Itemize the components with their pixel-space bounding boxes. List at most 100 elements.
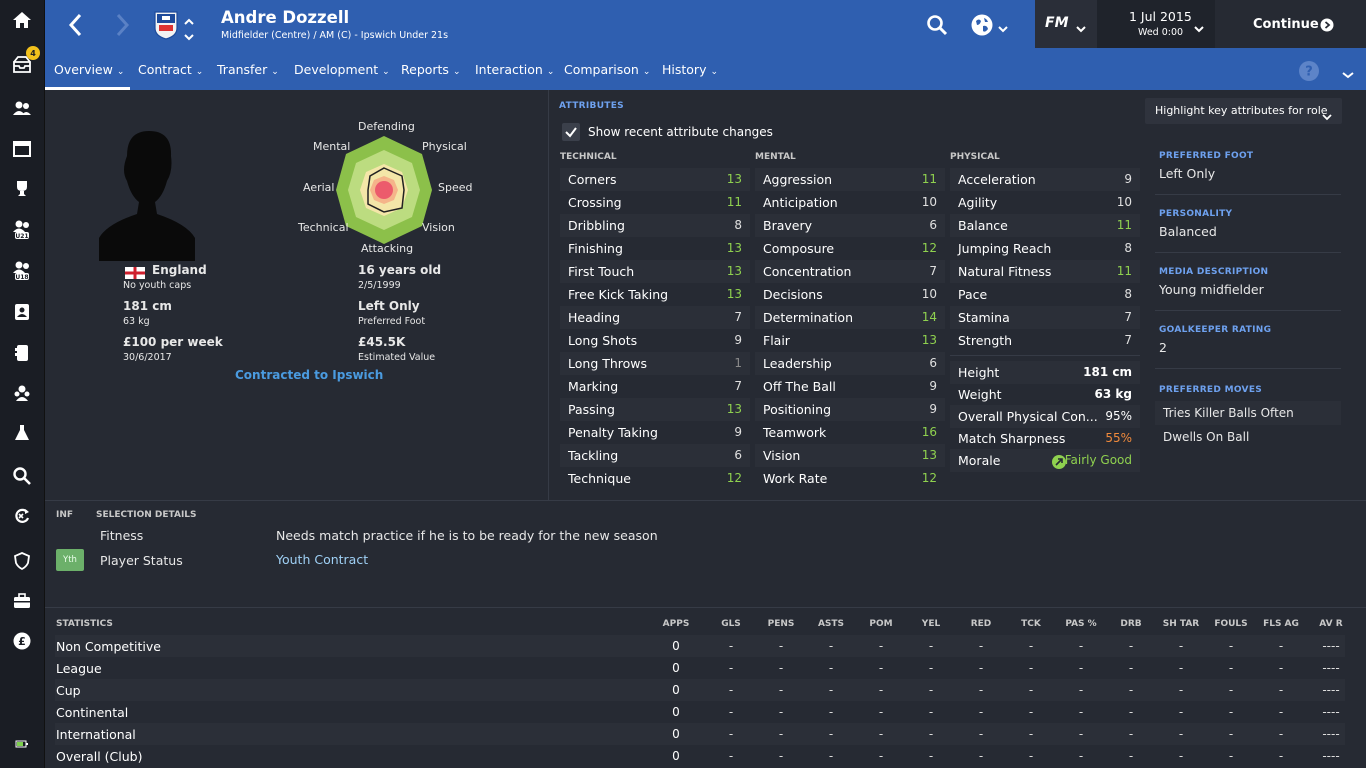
search-icon[interactable] bbox=[926, 14, 948, 40]
attribute-row[interactable]: Teamwork 16 bbox=[755, 421, 945, 444]
attribute-row[interactable]: Passing 13 bbox=[560, 398, 750, 421]
staff-icon[interactable] bbox=[11, 301, 33, 323]
forward-arrow-icon[interactable] bbox=[113, 12, 133, 42]
table-row[interactable]: Continental 0- - - - - - - - - - - - ---- bbox=[55, 701, 1345, 723]
tab-comparison[interactable]: Comparison ⌄ bbox=[564, 52, 650, 90]
preferred-move-row[interactable]: Dwells On Ball bbox=[1155, 425, 1341, 449]
player-status-text[interactable]: Youth Contract bbox=[276, 552, 368, 567]
continue-button[interactable]: Continue bbox=[1215, 0, 1366, 48]
more-chevron-icon[interactable] bbox=[1341, 65, 1355, 84]
attribute-row[interactable]: Long Shots 9 bbox=[560, 329, 750, 352]
tab-reports[interactable]: Reports ⌄ bbox=[401, 52, 461, 90]
contracted-link[interactable]: Contracted to Ipswich bbox=[235, 368, 383, 382]
home-icon[interactable] bbox=[11, 9, 33, 31]
attribute-row[interactable]: Corners 13 bbox=[560, 168, 750, 191]
attribute-row[interactable]: Vision 13 bbox=[755, 444, 945, 467]
stat-header[interactable]: APPS bbox=[651, 619, 701, 629]
attribute-row[interactable]: Strength 7 bbox=[950, 329, 1140, 352]
help-icon[interactable]: ? bbox=[1298, 60, 1320, 86]
tab-transfer[interactable]: Transfer ⌄ bbox=[217, 52, 279, 90]
tab-overview[interactable]: Overview ⌄ bbox=[45, 52, 130, 90]
attribute-row[interactable]: Balance 11 bbox=[950, 214, 1140, 237]
table-row[interactable]: Overall (Club) 0- - - - - - - - - - - - ---- bbox=[55, 745, 1345, 767]
stat-header[interactable]: AV R bbox=[1306, 619, 1356, 629]
finances-icon[interactable]: £ bbox=[11, 630, 33, 652]
attribute-row[interactable]: Bravery 6 bbox=[755, 214, 945, 237]
attribute-row[interactable]: Acceleration 9 bbox=[950, 168, 1140, 191]
tab-contract[interactable]: Contract ⌄ bbox=[138, 52, 203, 90]
stat-header[interactable]: DRB bbox=[1106, 619, 1156, 629]
globe-icon[interactable] bbox=[970, 13, 994, 41]
tab-history[interactable]: History ⌄ bbox=[662, 52, 718, 90]
stat-header[interactable]: GLS bbox=[706, 619, 756, 629]
nation[interactable]: England bbox=[152, 263, 207, 277]
attribute-row[interactable]: Marking 7 bbox=[560, 375, 750, 398]
attribute-row[interactable]: Off The Ball 9 bbox=[755, 375, 945, 398]
player-down-icon[interactable] bbox=[183, 27, 195, 46]
stat-header[interactable]: PENS bbox=[756, 619, 806, 629]
table-row[interactable]: Cup 0- - - - - - - - - - - - ---- bbox=[55, 679, 1345, 701]
transfers-icon[interactable] bbox=[11, 505, 33, 527]
tab-interaction[interactable]: Interaction ⌄ bbox=[475, 52, 554, 90]
show-changes-label[interactable]: Show recent attribute changes bbox=[588, 125, 773, 139]
attribute-row[interactable]: Decisions 10 bbox=[755, 283, 945, 306]
attribute-row[interactable]: Finishing 13 bbox=[560, 237, 750, 260]
search-icon[interactable] bbox=[11, 465, 33, 487]
attribute-row[interactable]: Agility 10 bbox=[950, 191, 1140, 214]
show-changes-checkbox[interactable] bbox=[562, 123, 580, 141]
attribute-row[interactable]: Free Kick Taking 13 bbox=[560, 283, 750, 306]
attribute-row[interactable]: Technique 12 bbox=[560, 467, 750, 490]
stat-header[interactable]: YEL bbox=[906, 619, 956, 629]
stat-header[interactable]: POM bbox=[856, 619, 906, 629]
attribute-row[interactable]: Aggression 11 bbox=[755, 168, 945, 191]
scouting-icon[interactable] bbox=[11, 382, 33, 404]
tactics-icon[interactable] bbox=[11, 138, 33, 160]
date-selector[interactable]: 1 Jul 2015 Wed 0:00 bbox=[1097, 0, 1215, 48]
attribute-row[interactable]: Tackling 6 bbox=[560, 444, 750, 467]
tab-development[interactable]: Development ⌄ bbox=[294, 52, 390, 90]
attribute-row[interactable]: Pace 8 bbox=[950, 283, 1140, 306]
training-icon[interactable] bbox=[11, 422, 33, 444]
stat-header[interactable]: PAS % bbox=[1056, 619, 1106, 629]
attribute-row[interactable]: Determination 14 bbox=[755, 306, 945, 329]
attribute-row[interactable]: Dribbling 8 bbox=[560, 214, 750, 237]
table-row[interactable]: League 0- - - - - - - - - - - - ---- bbox=[55, 657, 1345, 679]
finances-card-icon[interactable] bbox=[11, 342, 33, 364]
attribute-row[interactable]: Concentration 7 bbox=[755, 260, 945, 283]
stat-header[interactable]: FOULS bbox=[1206, 619, 1256, 629]
fm-menu[interactable]: FM bbox=[1035, 0, 1097, 48]
attribute-row[interactable]: Anticipation 10 bbox=[755, 191, 945, 214]
briefcase-icon[interactable] bbox=[11, 590, 33, 612]
stat-header[interactable]: RED bbox=[956, 619, 1006, 629]
squad-icon[interactable] bbox=[11, 97, 33, 119]
back-arrow-icon[interactable] bbox=[65, 12, 85, 42]
table-row[interactable]: International 0- - - - - - - - - - - - ---- bbox=[55, 723, 1345, 745]
attribute-row[interactable]: First Touch 13 bbox=[560, 260, 750, 283]
attribute-row[interactable]: Natural Fitness 11 bbox=[950, 260, 1140, 283]
trophy-icon[interactable] bbox=[11, 178, 33, 200]
u18-squad-icon[interactable]: U18 bbox=[11, 259, 33, 281]
stat-header[interactable]: ASTS bbox=[806, 619, 856, 629]
attribute-row[interactable]: Penalty Taking 9 bbox=[560, 421, 750, 444]
attribute-row[interactable]: Stamina 7 bbox=[950, 306, 1140, 329]
club-crest-icon[interactable] bbox=[153, 10, 179, 44]
stat-header[interactable]: TCK bbox=[1006, 619, 1056, 629]
attribute-row[interactable]: Flair 13 bbox=[755, 329, 945, 352]
highlight-dropdown[interactable]: Highlight key attributes for role bbox=[1145, 98, 1342, 124]
attribute-row[interactable]: Jumping Reach 8 bbox=[950, 237, 1140, 260]
attribute-row[interactable]: Long Throws 1 bbox=[560, 352, 750, 375]
globe-chevron-icon[interactable] bbox=[997, 19, 1009, 38]
attribute-row[interactable]: Work Rate 12 bbox=[755, 467, 945, 490]
attribute-row[interactable]: Heading 7 bbox=[560, 306, 750, 329]
table-row[interactable]: Non Competitive 0- - - - - - - - - - - - ---- bbox=[55, 635, 1345, 657]
attribute-row[interactable]: Composure 12 bbox=[755, 237, 945, 260]
attribute-row[interactable]: Crossing 11 bbox=[560, 191, 750, 214]
player-subtitle[interactable]: Midfielder (Centre) / AM (C) - Ipswich U… bbox=[221, 30, 448, 41]
club-shield-icon[interactable] bbox=[11, 550, 33, 572]
u21-squad-icon[interactable]: U21 bbox=[11, 218, 33, 240]
preferred-move-row[interactable]: Tries Killer Balls Often bbox=[1155, 401, 1341, 425]
stat-header[interactable]: FLS AG bbox=[1256, 619, 1306, 629]
attribute-row[interactable]: Leadership 6 bbox=[755, 352, 945, 375]
stat-header[interactable]: SH TAR bbox=[1156, 619, 1206, 629]
attribute-row[interactable]: Positioning 9 bbox=[755, 398, 945, 421]
